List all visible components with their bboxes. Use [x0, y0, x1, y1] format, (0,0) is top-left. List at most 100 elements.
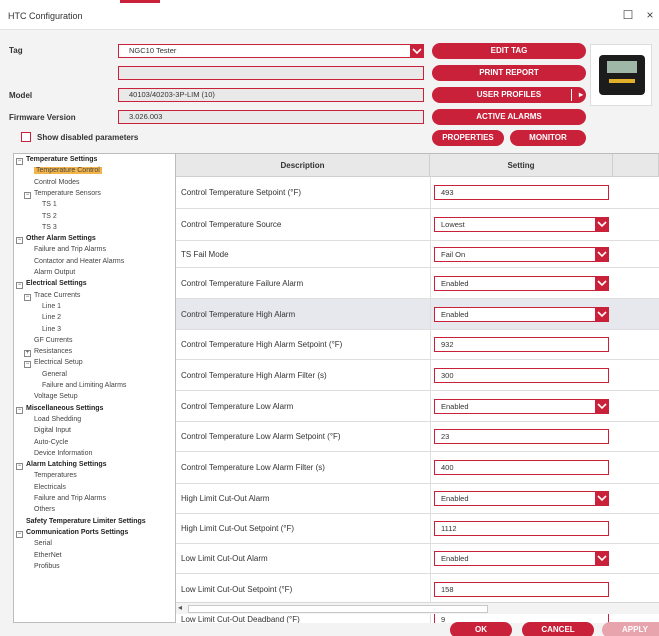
setting-dropdown[interactable]: Fail On [434, 246, 609, 262]
tree-toggle-icon[interactable]: − [16, 282, 23, 290]
tree-node[interactable]: Electrical Settings [26, 280, 87, 287]
tree-node[interactable]: TS 3 [42, 224, 57, 231]
user-profiles-button[interactable]: USER PROFILES ▸ [432, 87, 586, 103]
print-report-button[interactable]: PRINT REPORT [432, 65, 586, 81]
tree-node[interactable]: Load Shedding [34, 416, 81, 423]
table-row[interactable]: Low Limit Cut-Out Setpoint (°F) 158 [176, 574, 659, 605]
chevron-right-icon[interactable]: ▸ [579, 87, 583, 103]
tree-node[interactable]: Line 3 [42, 326, 61, 333]
settings-tree[interactable]: − Temperature Settings Temperature Control… [13, 153, 176, 623]
table-row[interactable]: Control Temperature Source Lowest [176, 209, 659, 241]
active-alarms-button[interactable]: ACTIVE ALARMS [432, 109, 586, 125]
show-disabled-checkbox[interactable] [21, 132, 31, 142]
tree-node[interactable]: Line 2 [42, 314, 61, 321]
tree-node[interactable]: Line 1 [42, 303, 61, 310]
edit-tag-button[interactable]: EDIT TAG [432, 43, 586, 59]
tree-toggle-icon[interactable]: − [16, 158, 23, 165]
tree-node[interactable]: GF Currents [34, 337, 73, 344]
cancel-button[interactable]: CANCEL [522, 622, 594, 636]
table-row[interactable]: Control Temperature Low Alarm Filter (s)… [176, 452, 659, 484]
chevron-down-icon[interactable] [410, 44, 424, 58]
setting-input[interactable]: 158 [434, 581, 609, 597]
table-row[interactable]: Low Limit Cut-Out Alarm Enabled [176, 544, 659, 574]
tree-node[interactable]: Temperature Sensors [34, 190, 101, 197]
table-row[interactable]: Control Temperature Low Alarm Enabled [176, 391, 659, 422]
chevron-down-icon[interactable] [595, 246, 609, 262]
table-row[interactable]: Control Temperature Setpoint (°F) 493 [176, 177, 659, 209]
table-row[interactable]: Control Temperature High Alarm Filter (s… [176, 360, 659, 391]
tree-node[interactable]: Temperature Settings [26, 156, 97, 163]
table-row[interactable]: Control Temperature Low Alarm Setpoint (… [176, 422, 659, 452]
tree-node[interactable]: Device Information [34, 450, 92, 457]
table-row[interactable]: TS Fail Mode Fail On [176, 241, 659, 268]
table-row[interactable]: Control Temperature Failure Alarm Enabled [176, 268, 659, 299]
horizontal-scrollbar[interactable]: ◂ [176, 602, 659, 614]
setting-dropdown[interactable]: Enabled [434, 306, 609, 322]
tree-node[interactable]: Temperature Control [34, 167, 102, 175]
tree-node[interactable]: Alarm Latching Settings [26, 461, 107, 468]
tree-node[interactable]: Communication Ports Settings [26, 529, 128, 536]
maximize-button[interactable]: ☐ [617, 6, 639, 24]
close-button[interactable]: × [639, 6, 659, 24]
chevron-down-icon[interactable] [595, 491, 609, 506]
tree-node[interactable]: Control Modes [34, 179, 80, 186]
tree-node[interactable]: Temperatures [34, 472, 77, 479]
table-row[interactable]: Control Temperature High Alarm Setpoint … [176, 330, 659, 360]
tree-node[interactable]: Failure and Limiting Alarms [42, 382, 126, 389]
table-row[interactable]: High Limit Cut-Out Alarm Enabled [176, 484, 659, 514]
setting-dropdown[interactable]: Enabled [434, 551, 609, 566]
setting-input[interactable]: 1112 [434, 521, 609, 536]
tree-node[interactable]: Miscellaneous Settings [26, 405, 103, 412]
setting-input[interactable]: 300 [434, 367, 609, 383]
tree-node[interactable]: Electrical Setup [34, 359, 83, 366]
tree-node[interactable]: Resistances [34, 348, 72, 355]
scrollbar-thumb[interactable] [188, 605, 488, 613]
tree-node[interactable]: Alarm Output [34, 269, 75, 276]
monitor-button[interactable]: MONITOR [510, 130, 586, 146]
description-column-header[interactable]: Description [176, 154, 430, 177]
properties-button[interactable]: PROPERTIES [432, 130, 504, 146]
tree-node[interactable]: Auto-Cycle [34, 439, 68, 446]
tree-node[interactable]: Voltage Setup [34, 393, 78, 400]
tree-node[interactable]: General [42, 371, 67, 378]
tree-toggle-icon[interactable]: + [24, 350, 31, 358]
setting-dropdown[interactable]: Lowest [434, 217, 609, 232]
tree-toggle-icon[interactable]: − [24, 293, 31, 301]
tree-toggle-icon[interactable]: − [24, 361, 31, 369]
chevron-down-icon[interactable] [595, 217, 609, 232]
table-row[interactable]: High Limit Cut-Out Setpoint (°F) 1112 [176, 514, 659, 544]
table-row[interactable]: Control Temperature High Alarm Enabled [176, 299, 659, 330]
tree-toggle-icon[interactable]: − [16, 463, 23, 471]
tree-toggle-icon[interactable]: − [16, 530, 23, 538]
setting-column-header[interactable]: Setting [430, 154, 613, 177]
tree-node[interactable]: Failure and Trip Alarms [34, 495, 106, 502]
tree-node[interactable]: EtherNet [34, 552, 62, 559]
apply-button[interactable]: APPLY [602, 622, 659, 636]
tree-node[interactable]: Digital Input [34, 427, 71, 434]
setting-dropdown[interactable]: Enabled [434, 275, 609, 291]
tag-select[interactable]: NGC10 Tester [118, 44, 424, 58]
tree-node[interactable]: Profibus [34, 563, 60, 570]
chevron-down-icon[interactable] [595, 306, 609, 322]
tree-node[interactable]: Failure and Trip Alarms [34, 246, 106, 253]
tree-node[interactable]: Others [34, 506, 55, 513]
setting-dropdown[interactable]: Enabled [434, 491, 609, 506]
setting-input[interactable]: 23 [434, 429, 609, 444]
tree-node[interactable]: Serial [34, 540, 52, 547]
setting-input[interactable]: 493 [434, 185, 609, 200]
tree-toggle-icon[interactable]: − [16, 237, 23, 245]
tree-node[interactable]: TS 1 [42, 201, 57, 208]
tree-node[interactable]: TS 2 [42, 213, 57, 220]
chevron-down-icon[interactable] [595, 398, 609, 414]
setting-input[interactable]: 400 [434, 460, 609, 475]
tree-node[interactable]: Other Alarm Settings [26, 235, 96, 242]
tree-node[interactable]: Contactor and Heater Alarms [34, 258, 124, 265]
setting-dropdown[interactable]: Enabled [434, 398, 609, 414]
tree-toggle-icon[interactable]: − [16, 406, 23, 414]
chevron-down-icon[interactable] [595, 275, 609, 291]
scroll-left-icon[interactable]: ◂ [178, 603, 182, 612]
tree-node[interactable]: Safety Temperature Limiter Settings [26, 518, 146, 525]
tree-toggle-icon[interactable]: − [24, 191, 31, 199]
chevron-down-icon[interactable] [595, 551, 609, 566]
setting-input[interactable]: 932 [434, 337, 609, 352]
